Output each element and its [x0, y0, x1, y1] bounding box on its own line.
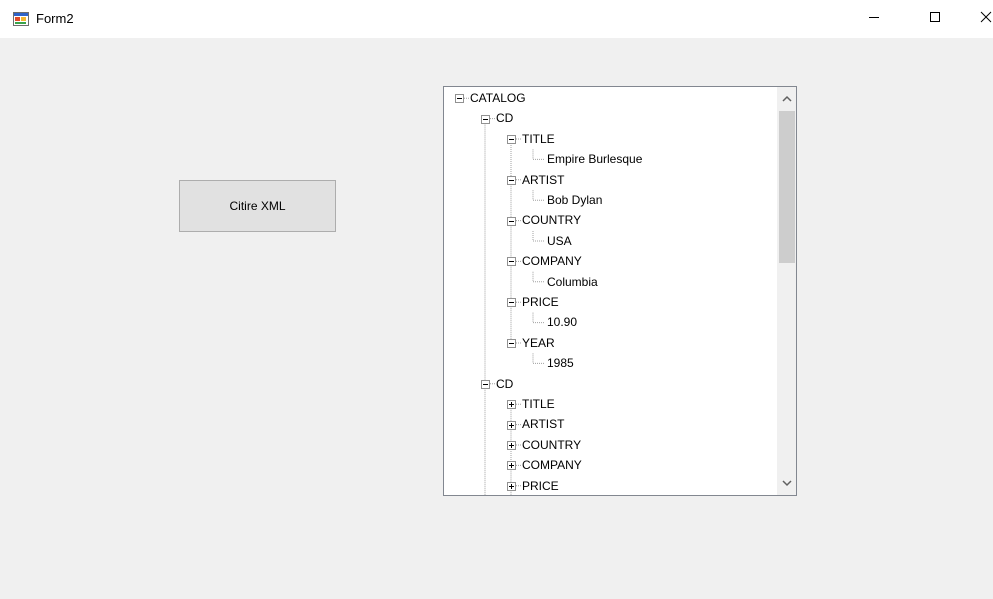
- tree-node[interactable]: PRICE: [444, 292, 774, 312]
- collapse-icon[interactable]: [507, 175, 516, 185]
- tree-node[interactable]: COUNTRY: [444, 210, 774, 230]
- expander-plus-bar: [511, 463, 512, 469]
- expand-icon[interactable]: [507, 481, 516, 491]
- tree-node-label: YEAR: [522, 335, 555, 350]
- tree-node[interactable]: COMPANY: [444, 251, 774, 271]
- expand-icon[interactable]: [507, 461, 516, 471]
- tree-node-label: CATALOG: [470, 91, 526, 105]
- tree-node-label: 10.90: [547, 315, 578, 330]
- tree-node[interactable]: TITLE: [444, 129, 774, 149]
- expand-icon[interactable]: [507, 440, 516, 450]
- tree-node-label: PRICE: [522, 295, 559, 309]
- tree-node-label: TITLE: [522, 397, 555, 411]
- expander-minus-bar: [457, 98, 462, 100]
- expander-minus-bar: [509, 138, 514, 140]
- expander-plus-bar: [511, 483, 512, 489]
- expander-minus-bar: [483, 118, 488, 120]
- title-bar[interactable]: Form2: [0, 0, 993, 38]
- tree-node-label: ARTIST: [522, 172, 565, 187]
- tree-node-label: Bob Dylan: [547, 193, 603, 207]
- collapse-icon[interactable]: [507, 216, 516, 226]
- tree-node-label: CD: [496, 376, 514, 391]
- chevron-down-icon: [781, 474, 792, 492]
- tree-node[interactable]: CD: [444, 374, 774, 394]
- expand-icon[interactable]: [507, 400, 516, 410]
- tree-node-label: USA: [547, 233, 572, 248]
- tree-node-label: COUNTRY: [522, 437, 582, 452]
- collapse-icon[interactable]: [507, 134, 516, 144]
- maximize-button[interactable]: [912, 0, 958, 38]
- expander-plus-bar: [511, 402, 512, 408]
- maximize-icon: [929, 10, 941, 28]
- tree-node-label: COMPANY: [522, 254, 582, 269]
- tree-node[interactable]: CD: [444, 108, 774, 128]
- expander-minus-bar: [509, 179, 514, 181]
- expander-minus-bar: [509, 220, 514, 222]
- tree-node-label: PRICE: [522, 478, 559, 493]
- tree-node-label: Columbia: [547, 274, 598, 289]
- tree-node[interactable]: ARTIST: [444, 170, 774, 190]
- expander-plus-bar: [511, 422, 512, 428]
- tree-node-label: ARTIST: [522, 417, 565, 432]
- collapse-icon[interactable]: [481, 114, 490, 124]
- tree-leaf-node[interactable]: 10.90: [444, 312, 774, 332]
- expander-minus-bar: [483, 383, 488, 385]
- scroll-thumb[interactable]: [779, 111, 795, 263]
- collapse-icon[interactable]: [507, 298, 516, 308]
- close-icon: [980, 10, 992, 28]
- tree-node[interactable]: TITLE: [444, 394, 774, 414]
- tree-leaf-node[interactable]: Empire Burlesque: [444, 149, 774, 169]
- tree-node-label: Empire Burlesque: [547, 152, 643, 167]
- collapse-icon[interactable]: [455, 94, 464, 104]
- tree-node[interactable]: ARTIST: [444, 414, 774, 434]
- close-button[interactable]: [963, 0, 993, 38]
- minimize-icon: [868, 10, 880, 28]
- collapse-icon[interactable]: [507, 257, 516, 267]
- tree-leaf-node[interactable]: Bob Dylan: [444, 190, 774, 210]
- tree-node-label: COUNTRY: [522, 213, 582, 228]
- expander-minus-bar: [509, 342, 514, 344]
- collapse-icon[interactable]: [507, 338, 516, 348]
- window-title: Form2: [36, 11, 74, 26]
- minimize-button[interactable]: [851, 0, 897, 38]
- chevron-up-icon: [781, 90, 792, 108]
- scroll-down-button[interactable]: [777, 473, 796, 493]
- vertical-scrollbar[interactable]: [777, 87, 796, 495]
- tree-node-label: TITLE: [522, 131, 555, 146]
- tree-node-label: COMPANY: [522, 458, 582, 473]
- tree-leaf-node[interactable]: 1985: [444, 353, 774, 373]
- expander-minus-bar: [509, 261, 514, 263]
- citire-xml-button[interactable]: Citire XML: [179, 180, 336, 232]
- tree-node-label: 1985: [547, 356, 574, 371]
- form-app-icon: [13, 11, 29, 27]
- scroll-up-button[interactable]: [777, 89, 796, 109]
- tree-node-label: CD: [496, 111, 514, 126]
- tree-leaf-node[interactable]: USA: [444, 231, 774, 251]
- expand-icon[interactable]: [507, 420, 516, 430]
- collapse-icon[interactable]: [481, 379, 490, 389]
- xml-tree-view[interactable]: CATALOG CD TITLE Empire Burlesque ARTIST Bob …: [443, 86, 797, 496]
- tree-node[interactable]: YEAR: [444, 333, 774, 353]
- tree-node[interactable]: COUNTRY: [444, 435, 774, 455]
- tree-node[interactable]: CATALOG: [444, 88, 774, 108]
- tree-node[interactable]: COMPANY: [444, 455, 774, 475]
- tree-leaf-node[interactable]: Columbia: [444, 272, 774, 292]
- tree-node[interactable]: PRICE: [444, 476, 774, 495]
- expander-minus-bar: [509, 302, 514, 304]
- expander-plus-bar: [511, 442, 512, 448]
